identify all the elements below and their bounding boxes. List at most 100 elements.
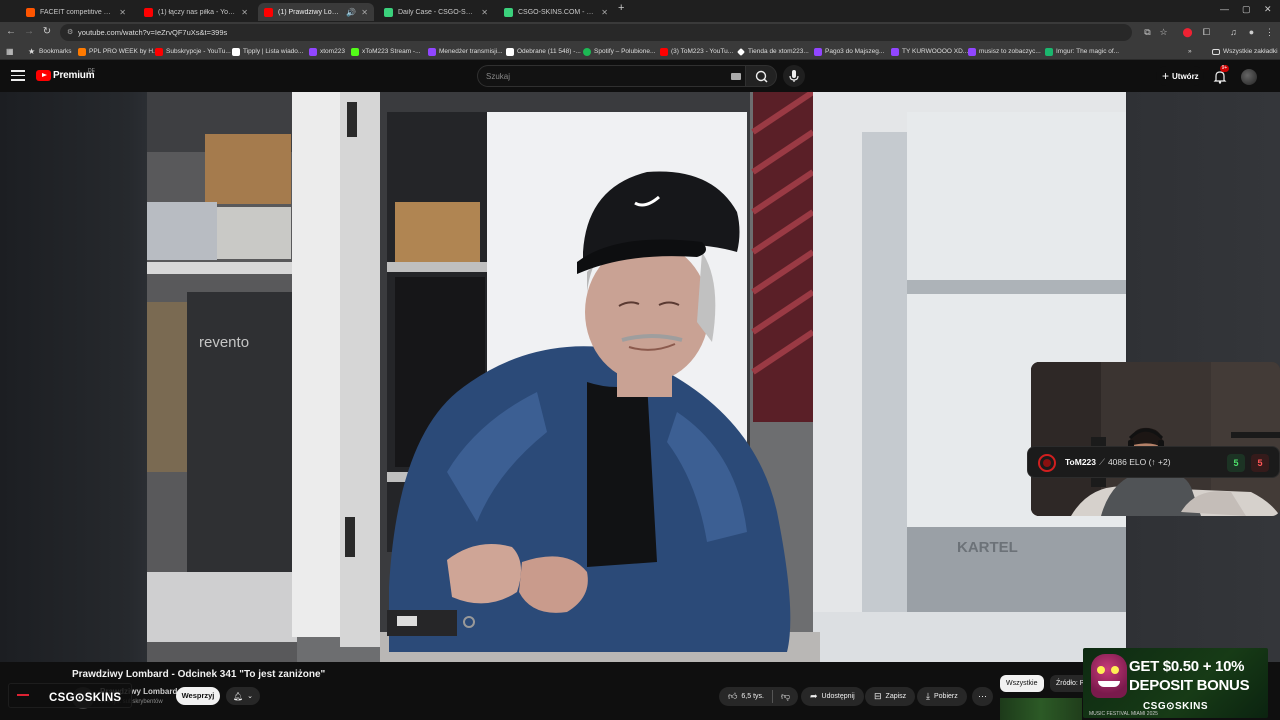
search-input[interactable] bbox=[486, 70, 726, 83]
thumbs-up-icon[interactable]: 👍︎ bbox=[728, 691, 737, 702]
bookmark-item[interactable]: xToM223 Stream -... bbox=[351, 46, 421, 57]
keyboard-icon[interactable] bbox=[731, 73, 741, 80]
scene-text-revento: revento bbox=[199, 334, 249, 351]
bookmark-item[interactable]: musisz to zobaczyc... bbox=[968, 46, 1041, 57]
close-tab-icon[interactable]: ✕ bbox=[601, 8, 608, 17]
elo-value: ⟋ 4086 ELO (↑ +2) bbox=[1099, 457, 1171, 468]
account-avatar[interactable] bbox=[1241, 69, 1257, 85]
twitch-favicon-icon bbox=[428, 47, 436, 56]
bookmark-favicon-icon bbox=[78, 47, 86, 56]
search-box[interactable] bbox=[477, 65, 745, 87]
browser-tab[interactable]: Daily Case - CSGO-SKINS.COM ✕ bbox=[378, 3, 494, 21]
region-code: DE bbox=[88, 68, 95, 74]
browser-menu-icon[interactable]: ⋮ bbox=[1264, 27, 1275, 38]
bookmark-item[interactable]: Menedżer transmisji... bbox=[428, 46, 503, 57]
faceit-favicon-icon bbox=[26, 7, 35, 17]
adblock-extension-icon[interactable]: ⬤ bbox=[1182, 27, 1193, 38]
subscription-bell-button[interactable]: 🔔︎ ⌄ bbox=[226, 687, 260, 705]
bookmark-item[interactable]: Tienda de xtom223... bbox=[737, 46, 809, 57]
new-tab-button[interactable]: + bbox=[618, 2, 624, 14]
bookmarks-bar: ▦ ★ Bookmarks PPL PRO WEEK by H... Subskr… bbox=[0, 43, 1280, 60]
voice-search-button[interactable] bbox=[783, 65, 805, 87]
more-bookmarks-icon[interactable]: » bbox=[1188, 46, 1192, 57]
bookmark-item[interactable]: Imgur: The magic of... bbox=[1045, 46, 1119, 57]
kick-favicon-icon bbox=[351, 47, 359, 56]
bookmark-label: Pago3 do Majszeg... bbox=[825, 48, 885, 55]
close-tab-icon[interactable]: ✕ bbox=[119, 8, 126, 17]
webcam-feed bbox=[1031, 362, 1280, 516]
maximize-window-icon[interactable]: ▢ bbox=[1242, 4, 1251, 15]
bookmark-item[interactable]: Spotify – Polubione... bbox=[583, 46, 655, 57]
bookmark-star-icon[interactable]: ☆ bbox=[1158, 27, 1169, 38]
browser-tab-active[interactable]: (1) Prawdziwy Lombard - Odcinek 🔊 ✕ bbox=[258, 3, 374, 21]
video-title: Prawdziwy Lombard - Odcinek 341 "To jest… bbox=[72, 669, 326, 680]
audio-playing-icon[interactable]: 🔊 bbox=[346, 8, 356, 17]
more-actions-button[interactable]: ⋯ bbox=[972, 687, 993, 706]
hamburger-menu-icon[interactable] bbox=[11, 70, 25, 82]
search-icon bbox=[755, 70, 768, 83]
url-text: youtube.com/watch?v=IeZrvQF7uXs&t=399s bbox=[78, 28, 228, 37]
bookmark-label: Subskrypcje - YouTu... bbox=[166, 48, 231, 55]
monster-mascot-icon bbox=[1091, 654, 1127, 698]
like-count[interactable]: 6,5 tys. bbox=[741, 693, 764, 700]
bookmark-item[interactable]: xtom223 bbox=[309, 46, 345, 57]
search-button[interactable] bbox=[745, 65, 777, 87]
close-window-icon[interactable]: ✕ bbox=[1264, 4, 1272, 15]
recommended-video-thumbnail[interactable] bbox=[1000, 698, 1082, 720]
scene-text-kartel: KARTEL bbox=[957, 539, 1018, 556]
bookmark-item[interactable]: Subskrypcje - YouTu... bbox=[155, 46, 231, 57]
bookmark-item[interactable]: PPL PRO WEEK by H... bbox=[78, 46, 158, 57]
filter-chip-all[interactable]: Wszystkie bbox=[1000, 675, 1044, 692]
video-frame[interactable]: revento KARTEL bbox=[147, 92, 1126, 662]
bookmark-item[interactable]: (3) ToM223 - YouTu... bbox=[660, 46, 733, 57]
close-tab-icon[interactable]: ✕ bbox=[481, 8, 488, 17]
install-app-icon[interactable]: ⧉ bbox=[1142, 27, 1153, 38]
video-player[interactable]: revento KARTEL ToM223 ⟋ 4086 ELO (↑ +2) … bbox=[0, 92, 1280, 662]
faceit-elo-overlay: ToM223 ⟋ 4086 ELO (↑ +2) 5 5 bbox=[1027, 446, 1280, 478]
extensions-puzzle-icon[interactable]: ⧠ bbox=[1201, 27, 1212, 38]
bookmark-item[interactable]: Tipply | Lista wiado... bbox=[232, 46, 303, 57]
close-tab-icon[interactable]: ✕ bbox=[241, 8, 248, 17]
media-control-icon[interactable]: ♫ bbox=[1228, 27, 1239, 38]
browser-tab[interactable]: CSGO-SKINS.COM - Najlepsze ✕ bbox=[498, 3, 614, 21]
csgoskins-ad-banner[interactable]: GET $0.50 + 10% DEPOSIT BONUS CSG⊙SKINS bbox=[1083, 648, 1268, 718]
address-bar[interactable]: ⚙ youtube.com/watch?v=IeZrvQF7uXs&t=399s bbox=[60, 24, 1132, 41]
share-button[interactable]: ➦ Udostępnij bbox=[801, 687, 864, 706]
star-icon: ★ bbox=[28, 46, 36, 56]
losses-count: 5 bbox=[1251, 454, 1269, 472]
back-arrow-icon[interactable]: ← bbox=[4, 25, 18, 39]
all-bookmarks-label: Wszystkie zakładki bbox=[1223, 48, 1278, 55]
bookmark-item[interactable]: TY KURWOOOO XD... bbox=[891, 46, 968, 57]
all-bookmarks-folder[interactable]: Wszystkie zakładki bbox=[1212, 46, 1278, 57]
csgoskins-logo-overlay: CSG⊙SKINS bbox=[8, 683, 132, 708]
download-button[interactable]: ⤓ Pobierz bbox=[917, 687, 967, 706]
browser-tab[interactable]: FACEIT competitive match - FACEIT ✕ bbox=[20, 3, 132, 21]
save-button[interactable]: ⊟ Zapisz bbox=[865, 687, 916, 706]
more-icon: ⋯ bbox=[978, 691, 987, 701]
create-button[interactable]: + Utwórz bbox=[1156, 66, 1204, 86]
profile-avatar-icon[interactable]: ● bbox=[1246, 27, 1257, 38]
support-button[interactable]: Wesprzyj bbox=[176, 687, 220, 705]
bookmark-item[interactable]: Odebrane (11 548) -... bbox=[506, 46, 581, 57]
tipply-favicon-icon bbox=[232, 47, 240, 56]
youtube-favicon-icon bbox=[264, 7, 273, 17]
create-label: Utwórz bbox=[1172, 71, 1199, 81]
bookmark-item[interactable]: ★ Bookmarks bbox=[28, 46, 72, 57]
forward-arrow-icon[interactable]: → bbox=[22, 25, 36, 39]
bookmark-label: Menedżer transmisji... bbox=[439, 48, 503, 55]
mail-favicon-icon bbox=[506, 47, 514, 56]
apps-grid-icon[interactable]: ▦ bbox=[6, 46, 14, 57]
bookmark-item[interactable]: Pago3 do Majszeg... bbox=[814, 46, 884, 57]
reload-icon[interactable]: ↻ bbox=[40, 25, 54, 39]
minimize-window-icon[interactable]: — bbox=[1220, 4, 1229, 14]
site-info-icon[interactable]: ⚙ bbox=[67, 24, 73, 41]
twitch-favicon-icon bbox=[891, 47, 899, 56]
trend-up-icon: ⟋ bbox=[1099, 457, 1105, 467]
youtube-logo-icon[interactable] bbox=[36, 70, 51, 81]
dislike-button[interactable]: 👎︎ bbox=[773, 687, 798, 706]
close-tab-icon[interactable]: ✕ bbox=[361, 8, 368, 17]
bell-icon: 🔔︎ bbox=[232, 691, 244, 701]
browser-tab[interactable]: (1) łączy nas piłka - YouTube ✕ bbox=[138, 3, 254, 21]
ad-headline: GET $0.50 + 10% bbox=[1129, 658, 1245, 675]
notification-badge: 9+ bbox=[1220, 65, 1229, 72]
